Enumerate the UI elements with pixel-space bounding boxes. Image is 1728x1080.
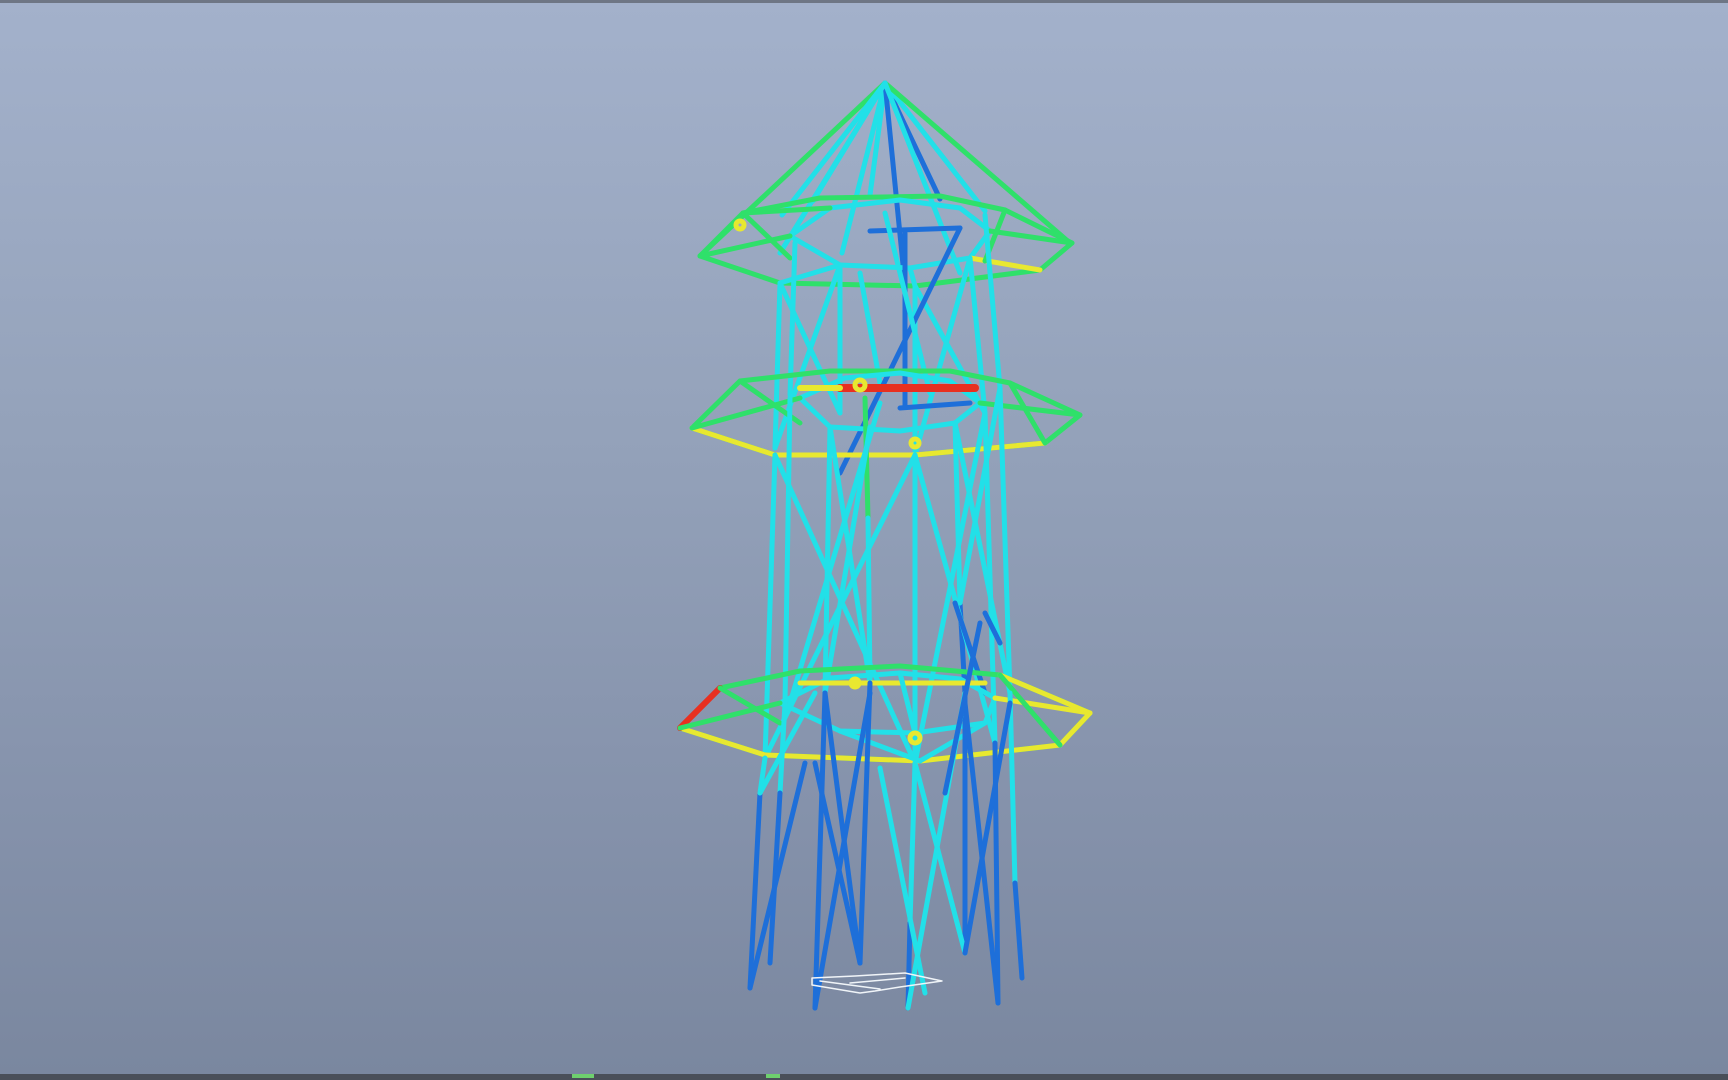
- fea-result-window: [0, 0, 1728, 1080]
- columns-middle: [762, 385, 1013, 766]
- status-indicator-right: [766, 1074, 780, 1078]
- status-bar: [0, 1074, 1728, 1080]
- ring-level-1: [697, 193, 1075, 289]
- tower-model[interactable]: [0, 3, 1728, 1074]
- 3d-viewport[interactable]: [0, 3, 1728, 1074]
- status-indicator-left: [572, 1074, 594, 1078]
- spire: [697, 80, 1073, 288]
- ring-level-3: [677, 663, 1093, 764]
- columns-upper: [772, 210, 1003, 476]
